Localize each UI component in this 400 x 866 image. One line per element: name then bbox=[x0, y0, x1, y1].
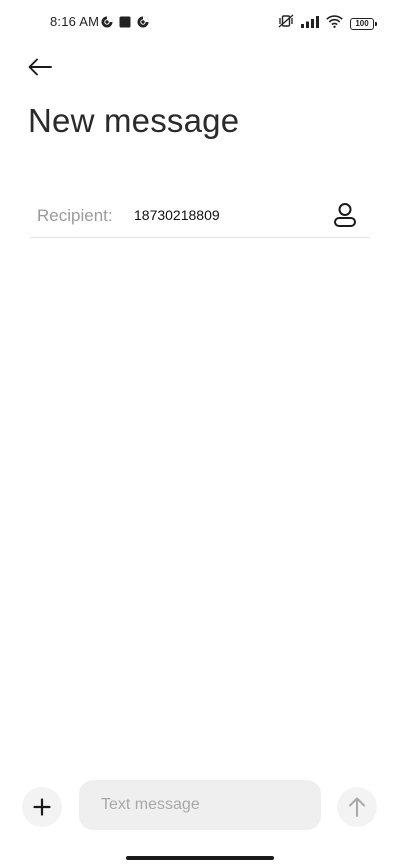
recipient-row: Recipient: bbox=[30, 196, 370, 238]
arrow-left-icon bbox=[28, 58, 52, 76]
status-notification-icons bbox=[101, 15, 149, 33]
contact-picker-button[interactable] bbox=[332, 202, 358, 228]
recipient-input[interactable] bbox=[134, 202, 314, 228]
wifi-icon bbox=[326, 14, 343, 33]
recipient-label: Recipient: bbox=[37, 206, 113, 225]
message-input[interactable] bbox=[79, 780, 321, 830]
add-attachment-button[interactable] bbox=[22, 787, 62, 827]
page-title: New message bbox=[28, 102, 240, 139]
plus-icon bbox=[33, 798, 51, 816]
cellular-signal-icon bbox=[301, 15, 319, 33]
message-composer bbox=[0, 780, 400, 832]
status-system-icons: 100 bbox=[278, 14, 377, 33]
back-button[interactable] bbox=[26, 54, 54, 80]
status-time: 8:16 AM bbox=[50, 14, 100, 29]
chrome-icon bbox=[101, 15, 113, 33]
status-bar: 8:16 AM 100 bbox=[0, 0, 400, 44]
vibrate-off-icon bbox=[278, 14, 294, 33]
contact-person-icon bbox=[334, 203, 356, 227]
battery-icon: 100 bbox=[350, 17, 377, 30]
send-button[interactable] bbox=[337, 787, 377, 827]
arrow-up-icon bbox=[349, 797, 365, 817]
home-indicator[interactable] bbox=[126, 856, 274, 860]
app-square-icon bbox=[119, 15, 131, 33]
chrome-icon bbox=[137, 15, 149, 33]
battery-level: 100 bbox=[355, 18, 369, 28]
